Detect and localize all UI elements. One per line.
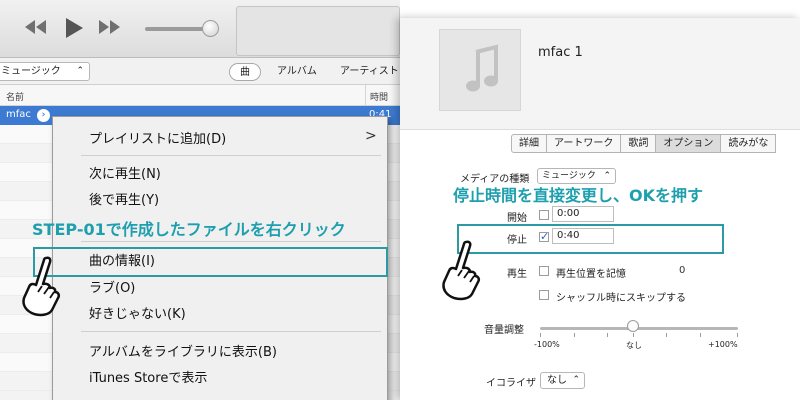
tab-lyrics[interactable]: 歌詞 xyxy=(621,134,657,153)
remember-position-checkbox[interactable] xyxy=(539,266,549,276)
slider-tick xyxy=(607,333,608,337)
volume-adjust-slider[interactable] xyxy=(540,327,738,330)
play-icon[interactable] xyxy=(63,16,85,40)
slider-tick xyxy=(666,333,667,337)
pointing-hand-icon xyxy=(22,256,61,317)
volume-mid-label: なし xyxy=(626,341,642,350)
start-label: 開始 xyxy=(507,213,527,224)
equalizer-value: なし xyxy=(547,375,567,386)
fast-forward-icon[interactable] xyxy=(97,18,123,36)
menu-item-show-in-itunes-store[interactable]: iTunes Storeで表示 xyxy=(89,367,207,386)
tab-sorting[interactable]: 読みがな xyxy=(721,134,777,153)
menu-separator xyxy=(81,241,381,242)
segment-artists[interactable]: アーティスト xyxy=(340,63,399,80)
skip-shuffle-label: シャッフル時にスキップする xyxy=(556,293,686,304)
menu-item-love[interactable]: ラブ(O) xyxy=(89,277,135,296)
music-note-icon xyxy=(466,44,498,92)
volume-adjust-label: 音量調整 xyxy=(484,325,524,336)
equalizer-label: イコライザ xyxy=(486,378,536,389)
slider-tick xyxy=(540,333,541,337)
volume-min-label: -100% xyxy=(534,340,560,349)
slider-tick xyxy=(574,333,575,337)
menu-separator xyxy=(81,331,381,332)
updown-arrow-icon: ⌃ xyxy=(572,375,580,385)
artwork-placeholder xyxy=(439,29,521,111)
now-playing-display xyxy=(236,6,400,56)
library-select-value: ミュージック xyxy=(1,66,61,77)
rewind-icon[interactable] xyxy=(22,18,48,36)
column-header: 名前 時間 xyxy=(0,85,400,106)
menu-item-play-later[interactable]: 後で再生(Y) xyxy=(89,189,159,208)
library-select[interactable]: ミュージック ⌃ xyxy=(0,62,90,81)
step-callout-right: 停止時間を直接変更し、OKを押す xyxy=(453,186,704,205)
menu-separator xyxy=(81,155,381,156)
song-info-dialog: mfac 1 詳細 アートワーク 歌詞 オプション 読みがな メディアの種類 ミ… xyxy=(400,18,800,400)
playback-label: 再生 xyxy=(507,269,527,280)
media-kind-value: ミュージック xyxy=(542,171,596,181)
column-name-header[interactable]: 名前 xyxy=(6,90,24,103)
menu-item-show-album-in-library[interactable]: アルバムをライブラリに表示(B) xyxy=(89,341,277,360)
info-header: mfac 1 xyxy=(400,18,800,130)
track-arrow-icon[interactable]: › xyxy=(37,109,50,122)
menu-item-dislike[interactable]: 好きじゃない(K) xyxy=(89,303,186,322)
step-callout-left: STEP-01で作成したファイルを右クリック xyxy=(32,220,346,239)
remember-position-label: 再生位置を記憶 xyxy=(556,269,626,280)
slider-tick xyxy=(737,333,738,337)
start-checkbox[interactable] xyxy=(539,210,549,220)
info-tabs: 詳細 アートワーク 歌詞 オプション 読みがな xyxy=(511,134,777,153)
song-title: mfac 1 xyxy=(538,45,583,60)
library-bar: ミュージック ⌃ 曲 アルバム アーティスト xyxy=(0,58,400,85)
menu-item-add-to-playlist[interactable]: プレイリストに追加(D) xyxy=(89,128,226,147)
skip-shuffle-checkbox[interactable] xyxy=(539,290,549,300)
updown-arrow-icon: ⌃ xyxy=(76,66,84,76)
updown-arrow-icon: ⌃ xyxy=(603,171,611,181)
tab-options[interactable]: オプション xyxy=(656,134,722,153)
slider-tick xyxy=(633,333,634,337)
stray-mark: 0 xyxy=(679,265,686,276)
player-toolbar xyxy=(0,0,400,58)
segment-songs[interactable]: 曲 xyxy=(229,63,261,81)
column-divider xyxy=(365,85,366,106)
track-name: mfac xyxy=(6,109,31,120)
pointing-hand-icon xyxy=(442,240,481,301)
volume-max-label: +100% xyxy=(708,340,738,349)
column-time-header[interactable]: 時間 xyxy=(370,90,388,103)
highlight-stop-time xyxy=(457,224,724,254)
equalizer-select[interactable]: なし ⌃ xyxy=(540,372,585,389)
volume-slider-knob[interactable] xyxy=(202,20,219,37)
tab-artwork[interactable]: アートワーク xyxy=(547,134,622,153)
menu-item-play-next[interactable]: 次に再生(N) xyxy=(89,163,161,182)
tab-details[interactable]: 詳細 xyxy=(511,134,547,153)
segment-albums[interactable]: アルバム xyxy=(277,63,317,80)
chevron-right-icon: > xyxy=(365,128,377,144)
slider-tick xyxy=(700,333,701,337)
volume-adjust-knob[interactable] xyxy=(627,320,639,332)
start-time-field[interactable]: 0:00 xyxy=(552,206,614,222)
highlight-get-info xyxy=(33,247,388,277)
